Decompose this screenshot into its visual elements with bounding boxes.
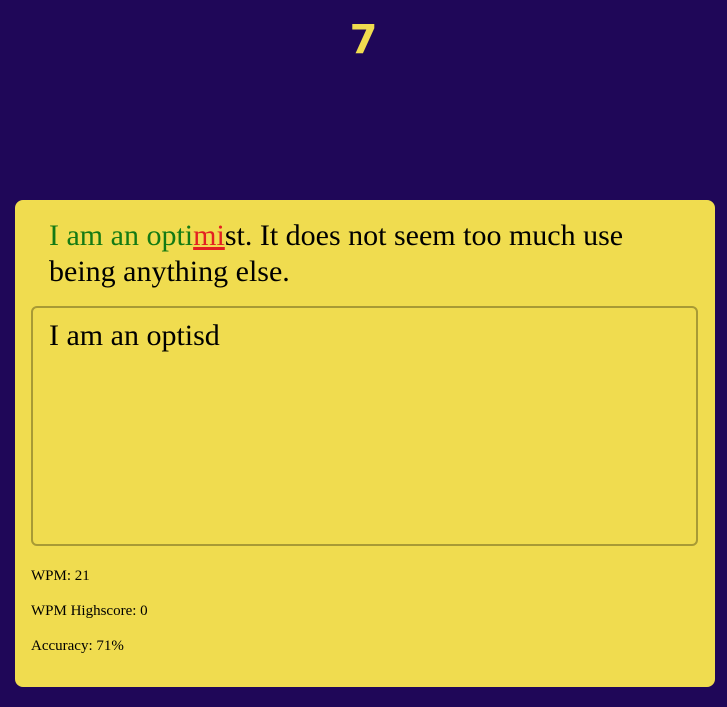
quote-text: I am an optimist. It does not seem too m… — [49, 218, 689, 290]
stats-panel: WPM: 21 WPM Highscore: 0 Accuracy: 71% — [31, 566, 148, 671]
typing-card: I am an optimist. It does not seem too m… — [15, 200, 715, 687]
typing-input[interactable]: I am an optisd — [31, 306, 698, 546]
quote-typed-wrong: mi — [193, 219, 225, 252]
wpm-highscore-stat: WPM Highscore: 0 — [31, 603, 148, 619]
accuracy-stat: Accuracy: 71% — [31, 638, 124, 654]
countdown-timer: 7 — [349, 17, 378, 63]
quote-typed-correct: I am an opti — [49, 219, 194, 252]
wpm-stat: WPM: 21 — [31, 568, 90, 584]
